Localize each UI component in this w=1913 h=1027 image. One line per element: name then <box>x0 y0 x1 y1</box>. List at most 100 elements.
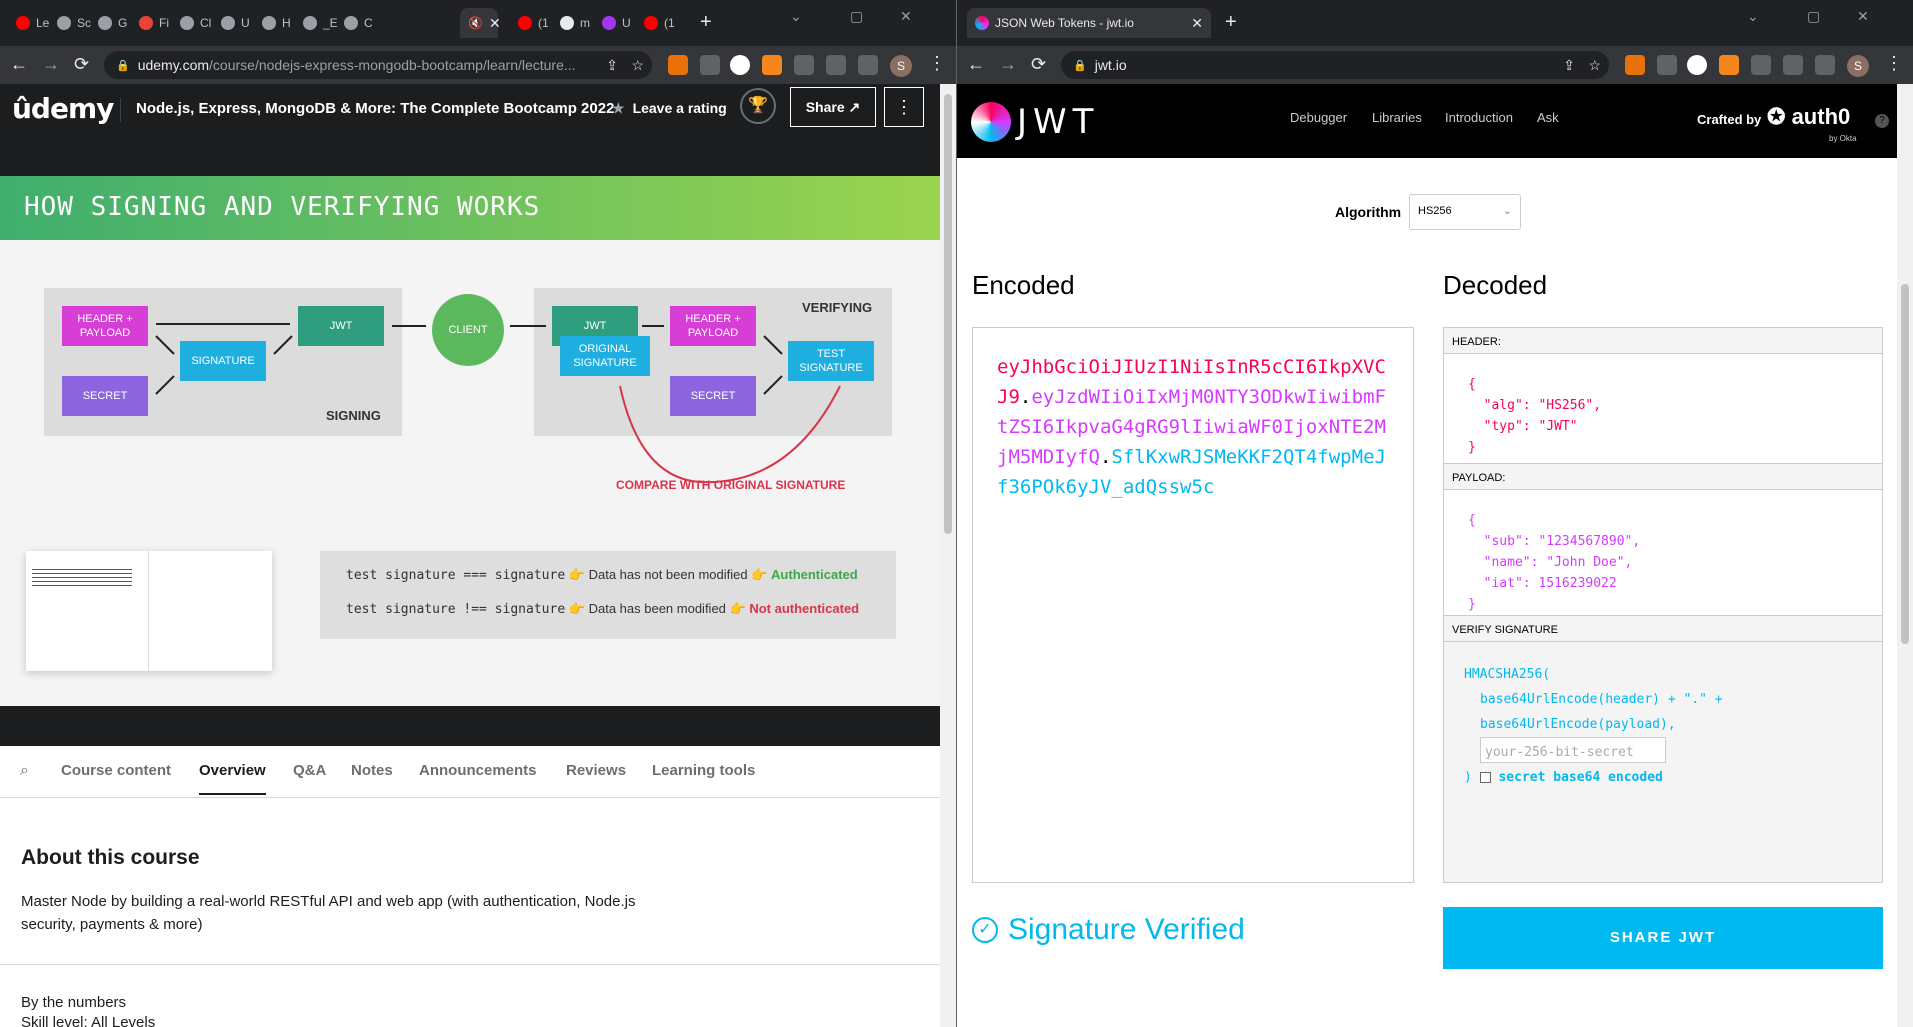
nav-introduction[interactable]: Introduction <box>1445 110 1513 125</box>
secret-input[interactable]: your-256-bit-secret <box>1480 737 1666 763</box>
bookmark-star-icon[interactable]: ☆ <box>1588 57 1601 74</box>
new-tab-button[interactable]: + <box>1225 12 1237 32</box>
browser-tab[interactable]: C <box>336 8 381 38</box>
jwt-logo-text[interactable]: JWT <box>1017 102 1099 142</box>
scrollbar[interactable] <box>1897 84 1913 1027</box>
back-icon[interactable]: ← <box>10 54 28 74</box>
window-close-button[interactable]: ✕ <box>900 8 912 25</box>
new-tab-button[interactable]: + <box>700 12 712 32</box>
extension-icon[interactable] <box>1625 55 1645 75</box>
extension-icon[interactable] <box>668 55 688 75</box>
algorithm-select[interactable]: HS256 ⌄ <box>1409 194 1521 230</box>
avatar[interactable]: S <box>890 55 912 77</box>
menu-icon[interactable]: ⋮ <box>928 53 946 74</box>
encoded-textarea[interactable]: eyJhbGciOiJIUzI1NiIsInR5cCI6IkpXVCJ9.eyJ… <box>972 327 1414 883</box>
base64-checkbox[interactable] <box>1479 772 1491 783</box>
sidepanel-icon[interactable] <box>858 55 878 75</box>
tab-jwt[interactable]: JSON Web Tokens - jwt.io ✕ <box>967 8 1211 38</box>
tab-course-content[interactable]: Course content <box>61 762 171 779</box>
share-button[interactable]: Share ↗ <box>790 87 876 127</box>
payload-json-editor[interactable]: { "sub": "1234567890", "name": "John Doe… <box>1444 490 1882 616</box>
media-icon[interactable] <box>826 55 846 75</box>
close-icon[interactable]: ✕ <box>489 15 501 32</box>
forward-icon[interactable]: → <box>999 54 1017 74</box>
pointing-hand-icon: 👉 <box>568 567 585 582</box>
tab-notes[interactable]: Notes <box>351 762 393 779</box>
tab-reviews[interactable]: Reviews <box>566 762 626 779</box>
browser-tab[interactable]: G <box>90 8 135 38</box>
browser-tab[interactable]: U <box>594 8 639 38</box>
help-icon[interactable]: ? <box>1875 114 1889 128</box>
metamask-icon[interactable] <box>1719 55 1739 75</box>
not-authenticated-text: Not authenticated <box>749 601 860 616</box>
tab-strip: Le Sc G Fi Cl U H _E C (1 m U (1 🔇 ✕ + ⌄ ▢ ✕ <box>0 0 956 46</box>
restore-button[interactable]: ▢ <box>850 8 863 25</box>
address-bar[interactable]: 🔒 udemy.com/course/nodejs-express-mongod… <box>104 51 652 79</box>
back-icon[interactable]: ← <box>967 54 985 74</box>
puzzle-icon[interactable] <box>794 55 814 75</box>
tab-qa[interactable]: Q&A <box>293 762 326 779</box>
reload-icon[interactable]: ⟳ <box>74 54 89 74</box>
tab-label: U <box>241 16 250 30</box>
menu-icon[interactable]: ⋮ <box>1885 53 1903 74</box>
address-bar[interactable]: 🔒 jwt.io ⇪ ☆ <box>1061 51 1609 79</box>
nav-libraries[interactable]: Libraries <box>1372 110 1422 125</box>
modified-text: Data has been modified <box>588 601 726 616</box>
minimize-button[interactable]: ⌄ <box>1747 8 1759 25</box>
metamask-icon[interactable] <box>762 55 782 75</box>
nav-debugger[interactable]: Debugger <box>1290 110 1347 125</box>
tab-learning-tools[interactable]: Learning tools <box>652 762 755 779</box>
rating-label: Leave a rating <box>632 100 727 116</box>
avatar[interactable]: S <box>1847 55 1869 77</box>
about-section: About this course Master Node by buildin… <box>0 798 940 1027</box>
extension-icon[interactable] <box>730 55 750 75</box>
scrollbar[interactable] <box>940 84 956 1027</box>
trophy-icon[interactable]: 🏆 <box>740 88 776 124</box>
divider <box>120 98 121 122</box>
forward-icon[interactable]: → <box>42 54 60 74</box>
share-page-icon[interactable]: ⇪ <box>606 57 618 74</box>
sidepanel-icon[interactable] <box>1815 55 1835 75</box>
encoded-token[interactable]: eyJhbGciOiJIUzI1NiIsInR5cCI6IkpXVCJ9.eyJ… <box>997 352 1397 502</box>
browser-tab[interactable]: (1 <box>510 8 557 38</box>
video-player[interactable]: HOW SIGNING AND VERIFYING WORKS HEADER +… <box>0 136 940 746</box>
tab-muted-active[interactable]: 🔇 ✕ <box>460 8 501 38</box>
bookmark-star-icon[interactable]: ☆ <box>631 57 644 74</box>
scrollbar-thumb[interactable] <box>944 94 952 534</box>
browser-tab[interactable]: U <box>213 8 258 38</box>
window-close-button[interactable]: ✕ <box>1857 8 1869 25</box>
jwt-logo-icon[interactable] <box>971 102 1011 142</box>
puzzle-icon[interactable] <box>1751 55 1771 75</box>
extension-icon[interactable] <box>700 55 720 75</box>
tab-announcements[interactable]: Announcements <box>419 762 537 779</box>
search-icon[interactable]: ⌕ <box>20 762 29 780</box>
restore-button[interactable]: ▢ <box>1807 8 1820 25</box>
share-jwt-button[interactable]: SHARE JWT <box>1443 907 1883 969</box>
minimize-button[interactable]: ⌄ <box>790 8 802 25</box>
udemy-window: Le Sc G Fi Cl U H _E C (1 m U (1 🔇 ✕ + ⌄ ▢ ✕ ← → ⟳ 🔒 … <box>0 0 956 1027</box>
header-json-editor[interactable]: { "alg": "HS256", "typ": "JWT" } <box>1444 354 1882 464</box>
extension-icon[interactable] <box>1657 55 1677 75</box>
nav-ask[interactable]: Ask <box>1537 110 1559 125</box>
favicon-icon <box>560 16 574 30</box>
scrollbar-thumb[interactable] <box>1901 284 1909 644</box>
reload-icon[interactable]: ⟳ <box>1031 54 1046 74</box>
course-title[interactable]: Node.js, Express, MongoDB & More: The Co… <box>136 100 614 117</box>
tab-overview[interactable]: Overview <box>199 762 266 795</box>
jwt-debugger: Algorithm HS256 ⌄ Encoded eyJhbGciOiJIUzI… <box>957 158 1897 1027</box>
share-page-icon[interactable]: ⇪ <box>1563 57 1575 74</box>
favicon-icon <box>602 16 616 30</box>
extension-icon[interactable] <box>1687 55 1707 75</box>
udemy-logo[interactable]: ûdemy <box>12 92 114 125</box>
auth0-logo[interactable]: ✪ auth0 <box>1767 104 1850 130</box>
media-icon[interactable] <box>1783 55 1803 75</box>
browser-tab[interactable]: H <box>254 8 299 38</box>
tab-strip: JSON Web Tokens - jwt.io ✕ + ⌄ ▢ ✕ <box>957 0 1913 46</box>
leave-rating-button[interactable]: ★ Leave a rating <box>612 100 727 117</box>
browser-tab[interactable]: m <box>552 8 598 38</box>
browser-tab[interactable]: (1 <box>636 8 683 38</box>
more-options-button[interactable]: ⋮ <box>884 87 924 127</box>
favicon-icon <box>180 16 194 30</box>
close-icon[interactable]: ✕ <box>1191 15 1203 32</box>
browser-tab[interactable]: Fi <box>131 8 177 38</box>
